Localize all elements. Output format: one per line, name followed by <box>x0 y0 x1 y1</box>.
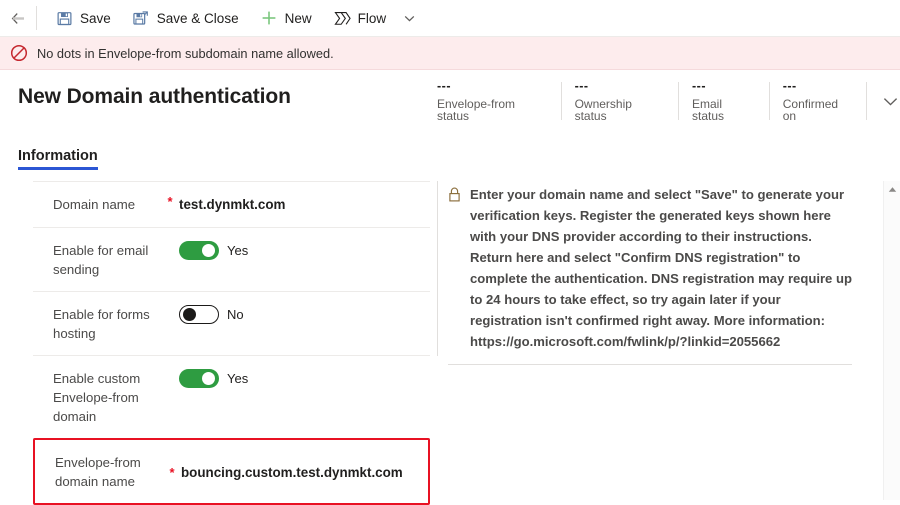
status-field-ownership: --- Ownership status <box>562 79 679 123</box>
field-label: Envelope-from domain name <box>55 455 141 489</box>
required-indicator: * <box>169 464 175 480</box>
form-column: Domain name * test.dynmkt.com Enable for… <box>33 181 430 505</box>
status-label: Email status <box>692 96 725 123</box>
required-indicator <box>161 304 179 305</box>
save-and-close-icon <box>133 10 150 27</box>
field-label: Enable for email sending <box>53 243 149 277</box>
toggle-value-label: Yes <box>227 243 249 258</box>
help-text: Enter your domain name and select "Save"… <box>470 187 852 349</box>
toggle-value-label: Yes <box>227 371 249 386</box>
field-row-enable-forms-hosting: Enable for forms hosting No <box>33 292 430 356</box>
caret-up-icon <box>888 186 896 192</box>
command-bar: Save Save & Close New Flow <box>0 0 900 37</box>
form-body: Domain name * test.dynmkt.com Enable for… <box>0 181 900 505</box>
toggle-knob <box>202 372 215 385</box>
tab-label: Information <box>18 148 98 164</box>
help-panel: Enter your domain name and select "Save"… <box>448 184 852 365</box>
command-bar-divider <box>36 6 37 30</box>
required-indicator: * <box>167 194 173 209</box>
error-message-text: No dots in Envelope-from subdomain name … <box>37 45 334 61</box>
status-field-envelope-from: --- Envelope-from status <box>437 79 562 123</box>
save-and-close-label: Save & Close <box>156 10 239 26</box>
field-row-envelope-from-domain-name: Envelope-from domain name * bouncing.cus… <box>33 438 430 505</box>
field-row-enable-custom-envelope-from: Enable custom Envelope-from domain Yes <box>33 356 430 439</box>
save-and-close-button[interactable]: Save & Close <box>122 0 250 36</box>
new-label: New <box>284 10 312 26</box>
back-arrow-icon <box>11 12 24 24</box>
vertical-scrollbar[interactable] <box>883 181 900 500</box>
status-value: --- <box>437 79 451 94</box>
field-label: Enable for forms hosting <box>53 307 150 341</box>
domain-name-input[interactable]: test.dynmkt.com <box>179 194 430 214</box>
command-bar-overflow-button[interactable] <box>397 0 421 36</box>
plus-icon <box>261 10 278 27</box>
status-value: --- <box>692 79 706 94</box>
toggle-value-label: No <box>227 307 244 322</box>
tab-strip: Information <box>0 136 900 170</box>
save-button[interactable]: Save <box>45 0 122 36</box>
required-indicator <box>161 240 179 241</box>
header-expand-button[interactable] <box>881 82 900 120</box>
status-value: --- <box>782 79 797 94</box>
flow-button[interactable]: Flow <box>323 0 398 36</box>
field-row-domain-name: Domain name * test.dynmkt.com <box>33 182 430 228</box>
toggle-knob <box>202 244 215 257</box>
chevron-down-icon <box>883 97 898 106</box>
enable-custom-envelope-from-toggle[interactable] <box>179 369 219 388</box>
status-field-confirmed-on: --- Confirmed on <box>770 79 867 123</box>
column-divider <box>437 181 438 356</box>
flow-icon <box>333 10 351 27</box>
status-value: --- <box>574 79 589 94</box>
chevron-down-icon <box>404 15 414 21</box>
tab-information[interactable]: Information <box>18 148 98 170</box>
new-button[interactable]: New <box>250 0 323 36</box>
envelope-from-domain-name-input[interactable]: bouncing.custom.test.dynmkt.com <box>181 462 428 482</box>
page-title: New Domain authentication <box>18 85 291 108</box>
field-row-enable-email-sending: Enable for email sending Yes <box>33 228 430 292</box>
blocked-icon <box>10 44 28 62</box>
error-notification-banner: No dots in Envelope-from subdomain name … <box>0 37 900 70</box>
enable-forms-hosting-toggle[interactable] <box>179 305 219 324</box>
scrollbar-up-button[interactable] <box>884 181 900 197</box>
field-label: Enable custom Envelope-from domain <box>53 371 141 424</box>
field-label: Domain name <box>53 197 136 212</box>
status-field-email: --- Email status <box>679 79 770 123</box>
save-label: Save <box>80 10 111 26</box>
status-label: Envelope-from status <box>437 96 516 123</box>
header-status-strip: --- Envelope-from status --- Ownership s… <box>437 79 900 126</box>
back-button[interactable] <box>0 0 36 36</box>
toggle-knob <box>183 307 196 321</box>
save-icon <box>56 10 73 27</box>
status-label: Confirmed on <box>782 96 839 123</box>
flow-label: Flow <box>357 10 387 26</box>
required-indicator <box>161 368 179 369</box>
lock-icon <box>448 184 463 352</box>
enable-email-sending-toggle[interactable] <box>179 241 219 260</box>
status-label: Ownership status <box>574 96 632 123</box>
